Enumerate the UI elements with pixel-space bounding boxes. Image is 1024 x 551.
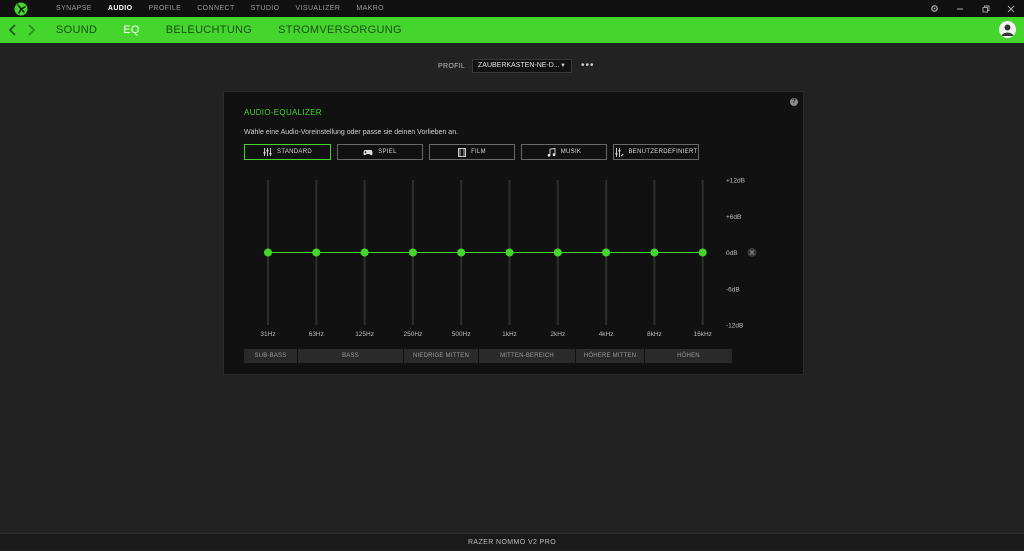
eq-frequency-label: 125Hz [355,331,374,338]
eq-slider-handle[interactable] [264,248,272,257]
preset-label: MUSIK [560,149,582,155]
gamepad-icon [363,149,373,155]
close-button[interactable] [998,0,1024,17]
close-icon [1007,5,1015,12]
profile-value: ZAUBERKASTEN-NE-D... [478,62,560,69]
help-icon[interactable]: ? [790,98,798,106]
preset-film-button[interactable]: FILM [429,144,515,160]
eq-frequency-label: 500Hz [452,331,471,338]
preset-label: FILM [471,149,486,155]
eq-frequency-label: 2kHz [550,331,565,338]
title-bar: SYNAPSE AUDIO PROFILE CONNECT STUDIO VIS… [0,0,1024,17]
band-hoehere-mitten: HÖHERE MITTEN [576,349,645,363]
sliders-icon [263,148,272,156]
preset-standard-button[interactable]: STANDARD [244,144,331,160]
restore-icon [982,5,990,12]
eq-db-label: +12dB [726,178,745,185]
tab-beleuchtung[interactable]: BELEUCHTUNG [166,17,252,43]
profile-label: PROFIL [438,63,466,70]
band-niedrige-mitten: NIEDRIGE MITTEN [404,349,479,363]
gear-icon [930,5,938,12]
forward-arrow-icon[interactable] [24,22,38,38]
band-bass: BASS [298,349,404,363]
chevron-down-icon: ▼ [560,63,566,69]
eq-slider-handle[interactable] [602,248,611,257]
device-footer: RAZER NOMMO V2 PRO [0,533,1024,550]
avatar[interactable] [999,21,1016,38]
equalizer-title: AUDIO-EQUALIZER [244,108,322,117]
tab-stromversorgung[interactable]: STROMVERSORGUNG [278,17,402,43]
eq-slider-handle[interactable] [650,248,659,257]
tab-eq[interactable]: EQ [123,17,140,43]
minimize-icon [957,8,963,9]
preset-spiel-button[interactable]: SPIEL [337,144,423,160]
topnav-item-studio[interactable]: STUDIO [243,0,288,17]
top-navigation: SYNAPSE AUDIO PROFILE CONNECT STUDIO VIS… [48,0,392,17]
user-icon [1001,24,1014,36]
frequency-bands: SUB-BASS BASS NIEDRIGE MITTEN MITTEN-BER… [244,349,732,363]
razer-logo-icon[interactable] [14,2,28,16]
topnav-item-connect[interactable]: CONNECT [189,0,242,17]
eq-frequency-label: 63Hz [309,331,324,338]
equalizer-graph: 31Hz 63Hz 125Hz 250Hz 500Hz 1kHz 2kHz 4kHz 8kHz 1… [260,178,757,338]
eq-frequency-label: 4kHz [599,331,614,338]
back-arrow-icon[interactable] [6,22,20,38]
topnav-item-audio[interactable]: AUDIO [100,0,141,17]
band-sub-bass: SUB-BASS [244,349,298,363]
preset-label: STANDARD [277,149,312,155]
eq-slider-handle[interactable] [505,248,514,257]
preset-label: SPIEL [378,149,397,155]
eq-slider-handle[interactable] [408,248,417,257]
eq-slider-handle[interactable] [312,248,321,257]
topnav-item-makro[interactable]: MAKRO [348,0,392,17]
eq-frequency-label: 31Hz [260,331,275,338]
band-mitten-bereich: MITTEN-BEREICH [479,349,576,363]
topnav-item-visualizer[interactable]: VISUALIZER [287,0,348,17]
eq-slider-handle[interactable] [553,248,562,257]
preset-musik-button[interactable]: MUSIK [521,144,607,160]
sub-tabs: SOUND EQ BELEUCHTUNG STROMVERSORGUNG [56,17,428,43]
profile-dropdown[interactable]: ZAUBERKASTEN-NE-D... ▼ [472,59,572,73]
eq-db-label: -12dB [726,323,743,330]
eq-db-label: +6dB [726,214,741,221]
preset-benutzerdefiniert-button[interactable]: BENUTZERDEFINIERT [613,144,699,160]
tab-sound[interactable]: SOUND [56,17,97,43]
band-hoehen: HÖHEN [645,349,732,363]
custom-sliders-icon [615,147,623,157]
eq-frequency-label: 1kHz [502,331,517,338]
eq-db-label: -6dB [726,286,740,293]
film-icon [458,147,467,157]
settings-button[interactable] [921,0,947,17]
topnav-item-profile[interactable]: PROFILE [140,0,189,17]
eq-slider-handle[interactable] [360,248,369,257]
sub-navigation: SOUND EQ BELEUCHTUNG STROMVERSORGUNG [0,17,1024,43]
eq-frequency-label: 8kHz [647,331,662,338]
profile-more-button[interactable]: ••• [581,61,595,71]
eq-slider-handle[interactable] [698,248,707,257]
equalizer-description: Wähle eine Audio-Voreinstellung oder pas… [244,129,459,136]
music-note-icon [547,147,556,157]
minimize-button[interactable] [947,0,973,17]
eq-slider-handle[interactable] [457,248,466,257]
restore-button[interactable] [973,0,999,17]
preset-label: BENUTZERDEFINIERT [628,149,698,155]
eq-db-label: 0dB [726,250,738,257]
eq-frequency-label: 250Hz [404,331,423,338]
eq-frequency-label: 16kHz [693,331,711,338]
topnav-item-synapse[interactable]: SYNAPSE [48,0,100,17]
